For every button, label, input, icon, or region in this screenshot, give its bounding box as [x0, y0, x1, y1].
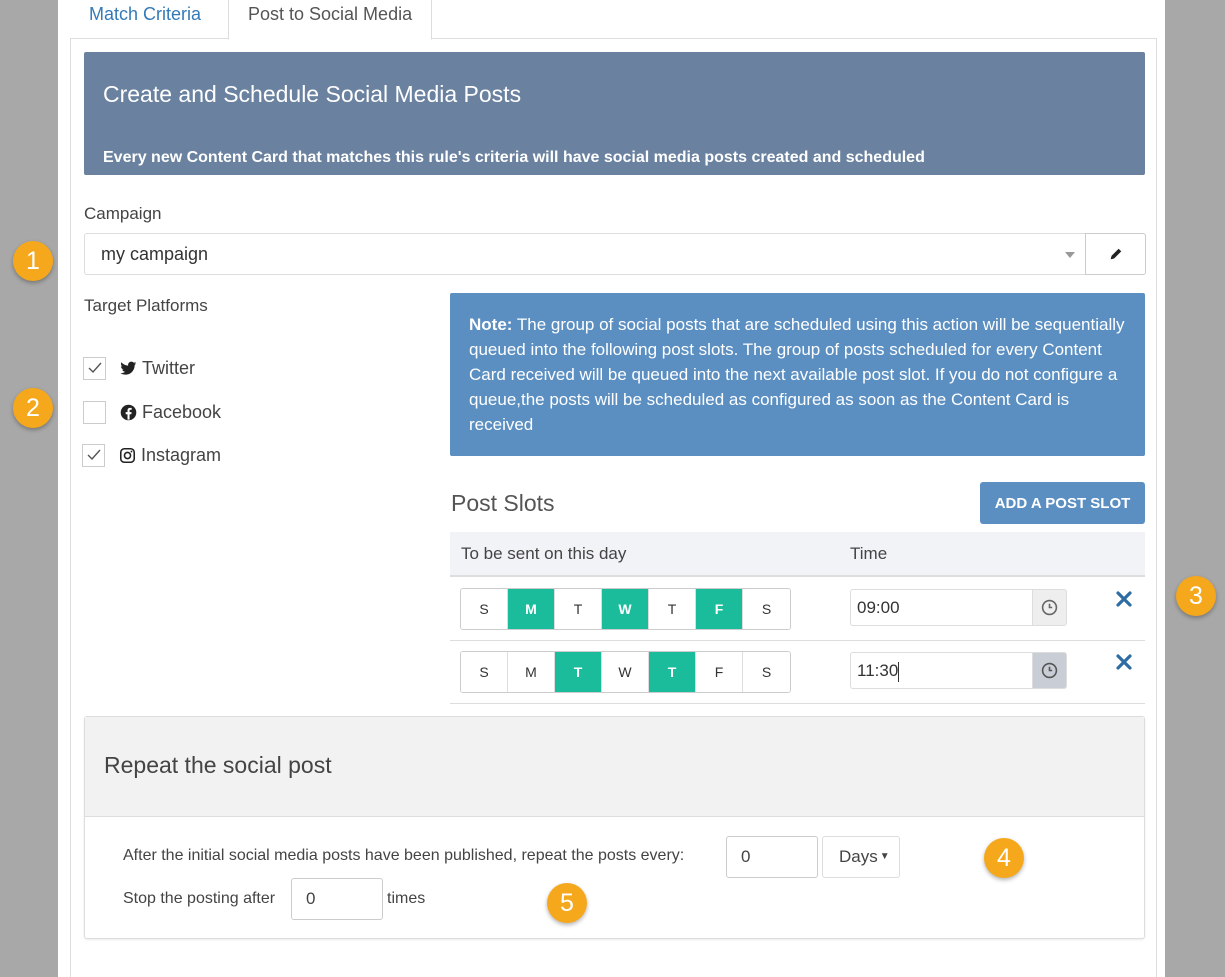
- day-toggle-tue[interactable]: T: [555, 652, 602, 692]
- twitter-checkbox[interactable]: [83, 356, 106, 380]
- edit-campaign-button[interactable]: [1085, 233, 1146, 275]
- callout-marker-2: 2: [13, 388, 53, 428]
- times-label: times: [387, 890, 426, 907]
- time-picker-button[interactable]: [1032, 652, 1067, 689]
- day-toggle-sun[interactable]: S: [461, 589, 508, 629]
- facebook-checkbox[interactable]: [83, 400, 106, 424]
- instagram-label: Instagram: [141, 444, 222, 465]
- day-toggle-mon[interactable]: M: [508, 652, 555, 692]
- day-toggle-sat[interactable]: S: [743, 589, 790, 629]
- add-post-slot-button[interactable]: ADD A POST SLOT: [980, 482, 1145, 524]
- check-icon: [87, 449, 101, 461]
- twitter-icon: [120, 361, 137, 375]
- repeat-title: Repeat the social post: [104, 752, 332, 778]
- repeat-panel: Repeat the social post After the initial…: [84, 716, 1145, 939]
- target-platforms-label: Target Platforms: [84, 296, 208, 315]
- platform-instagram[interactable]: Instagram: [82, 442, 221, 468]
- instagram-checkbox[interactable]: [82, 443, 105, 467]
- callout-marker-4: 4: [984, 838, 1024, 878]
- repeat-panel-header: Repeat the social post: [85, 717, 1144, 817]
- callout-marker-5: 5: [547, 883, 587, 923]
- facebook-icon: [120, 404, 137, 420]
- delete-slot-icon[interactable]: [1114, 589, 1134, 609]
- tab-content: Create and Schedule Social Media Posts E…: [70, 39, 1157, 977]
- repeat-unit-value: Days: [839, 847, 878, 866]
- stop-after-input[interactable]: 0: [291, 878, 383, 920]
- tab-match-criteria[interactable]: Match Criteria: [70, 0, 220, 39]
- facebook-label: Facebook: [142, 401, 222, 422]
- platform-twitter[interactable]: Twitter: [83, 355, 195, 381]
- post-slots-title: Post Slots: [451, 490, 555, 516]
- post-slot-row: S M T W T F S 11:30: [450, 641, 1145, 704]
- banner-title: Create and Schedule Social Media Posts: [103, 81, 522, 107]
- tab-bar: Match Criteria Post to Social Media: [70, 0, 1157, 40]
- day-toggle-fri[interactable]: F: [696, 589, 743, 629]
- callout-marker-1: 1: [13, 241, 53, 281]
- day-toggle-sun[interactable]: S: [461, 652, 508, 692]
- column-day: To be sent on this day: [461, 544, 627, 563]
- banner-subtitle: Every new Content Card that matches this…: [103, 149, 925, 166]
- day-toggle-wed[interactable]: W: [602, 652, 649, 692]
- chevron-down-icon: [1065, 252, 1075, 258]
- note-prefix: Note:: [469, 315, 513, 334]
- day-toggle-thu[interactable]: T: [649, 652, 696, 692]
- day-toggle-mon[interactable]: M: [508, 589, 555, 629]
- column-time: Time: [850, 544, 888, 563]
- chevron-down-icon: ▼: [879, 851, 890, 862]
- repeat-unit-select[interactable]: Days ▼: [822, 836, 900, 878]
- time-input[interactable]: 11:30: [850, 652, 1033, 689]
- repeat-interval-input[interactable]: 0: [726, 836, 818, 878]
- campaign-select[interactable]: my campaign: [84, 233, 1086, 275]
- clock-icon: [1041, 662, 1058, 679]
- delete-slot-icon[interactable]: [1114, 652, 1134, 672]
- day-toggle-thu[interactable]: T: [649, 589, 696, 629]
- day-picker: S M T W T F S: [460, 651, 791, 693]
- post-slots-header: To be sent on this day Time: [450, 532, 1145, 577]
- day-toggle-tue[interactable]: T: [555, 589, 602, 629]
- day-toggle-sat[interactable]: S: [743, 652, 790, 692]
- repeat-description: After the initial social media posts hav…: [123, 847, 685, 864]
- text-cursor: [898, 661, 900, 682]
- check-icon: [88, 362, 102, 374]
- note-box: Note: The group of social posts that are…: [450, 293, 1145, 456]
- time-picker-button[interactable]: [1032, 589, 1067, 626]
- campaign-label: Campaign: [84, 204, 162, 223]
- callout-marker-3: 3: [1176, 576, 1216, 616]
- twitter-label: Twitter: [142, 357, 196, 378]
- time-value: 11:30: [857, 661, 899, 680]
- page: Match Criteria Post to Social Media Crea…: [58, 0, 1165, 977]
- day-toggle-wed[interactable]: W: [602, 589, 649, 629]
- tab-post-to-social-media[interactable]: Post to Social Media: [228, 0, 433, 40]
- pencil-icon: [1110, 248, 1121, 260]
- note-text: The group of social posts that are sched…: [469, 315, 1125, 434]
- clock-icon: [1041, 599, 1058, 616]
- day-toggle-fri[interactable]: F: [696, 652, 743, 692]
- day-picker: S M T W T F S: [460, 588, 791, 630]
- campaign-value: my campaign: [101, 244, 209, 264]
- time-input[interactable]: 09:00: [850, 589, 1033, 626]
- post-slot-row: S M T W T F S 09:00: [450, 578, 1145, 641]
- stop-posting-label: Stop the posting after: [123, 890, 276, 907]
- instagram-icon: [119, 447, 136, 463]
- platform-facebook[interactable]: Facebook: [83, 399, 221, 425]
- header-banner: Create and Schedule Social Media Posts E…: [84, 52, 1145, 175]
